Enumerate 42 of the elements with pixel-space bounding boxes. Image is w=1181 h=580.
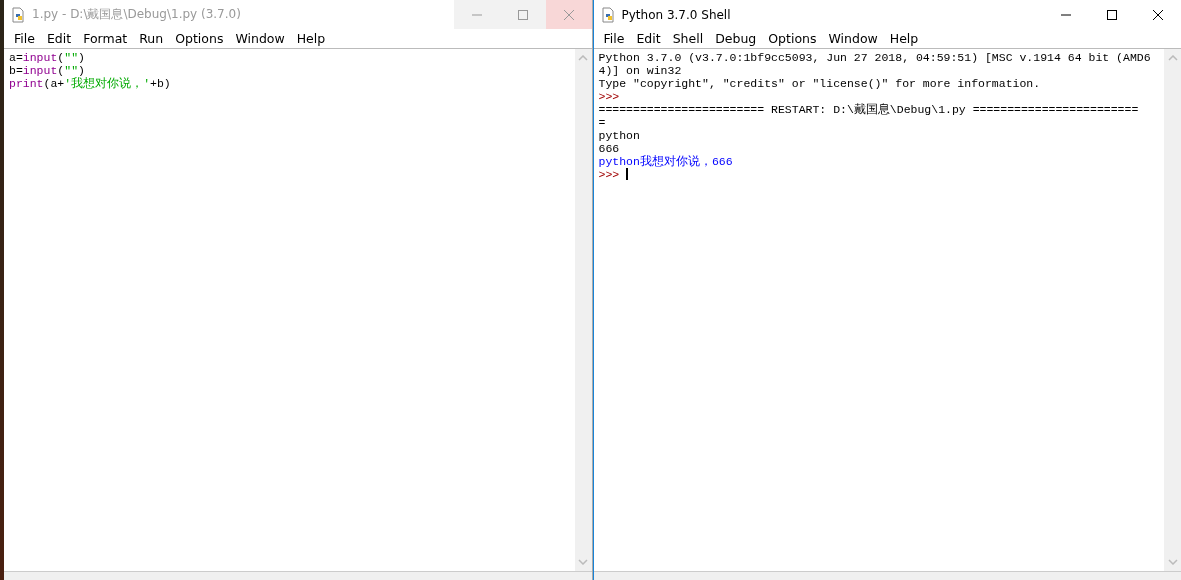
menu-item[interactable]: Edit xyxy=(630,29,667,48)
menu-item[interactable]: Options xyxy=(169,29,230,48)
menu-item[interactable]: Format xyxy=(77,29,134,48)
menu-item[interactable]: Help xyxy=(883,29,925,48)
code-line: Python 3.7.0 (v3.7.0:1bf9cc5093, Jun 27 2018, 04:59:51) [MSC v.1914 64 bit (AMD6 xyxy=(598,51,1152,64)
menu-item[interactable]: File xyxy=(8,29,41,48)
menu-item[interactable]: Debug xyxy=(709,29,763,48)
menu-item[interactable]: File xyxy=(597,29,631,48)
menu-item[interactable]: Run xyxy=(133,29,170,48)
code-line: print(a+'我想对你说，'+b) xyxy=(9,77,172,90)
close-button[interactable] xyxy=(545,0,592,29)
code-line: b=input("") xyxy=(9,64,86,77)
scroll-up-icon[interactable] xyxy=(578,55,588,61)
menu-item[interactable]: Shell xyxy=(666,29,710,48)
code-line: >>> xyxy=(598,168,1164,181)
code-line: ======================== RESTART: D:\戴国息\Debug\1.py ======================== xyxy=(598,103,1140,116)
scroll-down-icon[interactable] xyxy=(578,559,588,565)
code-line: Type "copyright", "credits" or "license()" for more information. xyxy=(598,77,1042,90)
menu-item[interactable]: Window xyxy=(822,29,884,48)
scrollbar[interactable] xyxy=(574,49,592,571)
scrollbar[interactable] xyxy=(1164,49,1181,571)
python-file-icon xyxy=(599,6,616,23)
menu-item[interactable]: Help xyxy=(290,29,332,48)
window-title: Python 3.7.0 Shell xyxy=(621,7,732,22)
menu-item[interactable]: Window xyxy=(229,29,291,48)
text-area[interactable]: a=input("") b=input("") print(a+'我想对你说，'+b) xyxy=(4,49,575,571)
code-line: 666 xyxy=(598,142,621,155)
menu-item[interactable]: Options xyxy=(762,29,823,48)
window-title: 1.py - D:\戴国息\Debug\1.py (3.7.0) xyxy=(32,6,242,23)
python-file-icon xyxy=(10,6,26,23)
maximize-icon[interactable] xyxy=(1107,9,1117,20)
code-line: a=input("") xyxy=(9,51,86,64)
code-line: python我想对你说，666 xyxy=(598,155,734,168)
code-line: python xyxy=(598,129,641,142)
code-line: >>> xyxy=(598,90,621,103)
menu-item[interactable]: Edit xyxy=(40,29,78,48)
scroll-up-icon[interactable] xyxy=(1167,55,1178,61)
minimize-button[interactable] xyxy=(453,0,500,29)
code-line: = xyxy=(598,116,607,129)
close-icon[interactable] xyxy=(1153,9,1163,20)
code-line: 4)] on win32 xyxy=(598,64,683,77)
scroll-down-icon[interactable] xyxy=(1167,559,1178,565)
